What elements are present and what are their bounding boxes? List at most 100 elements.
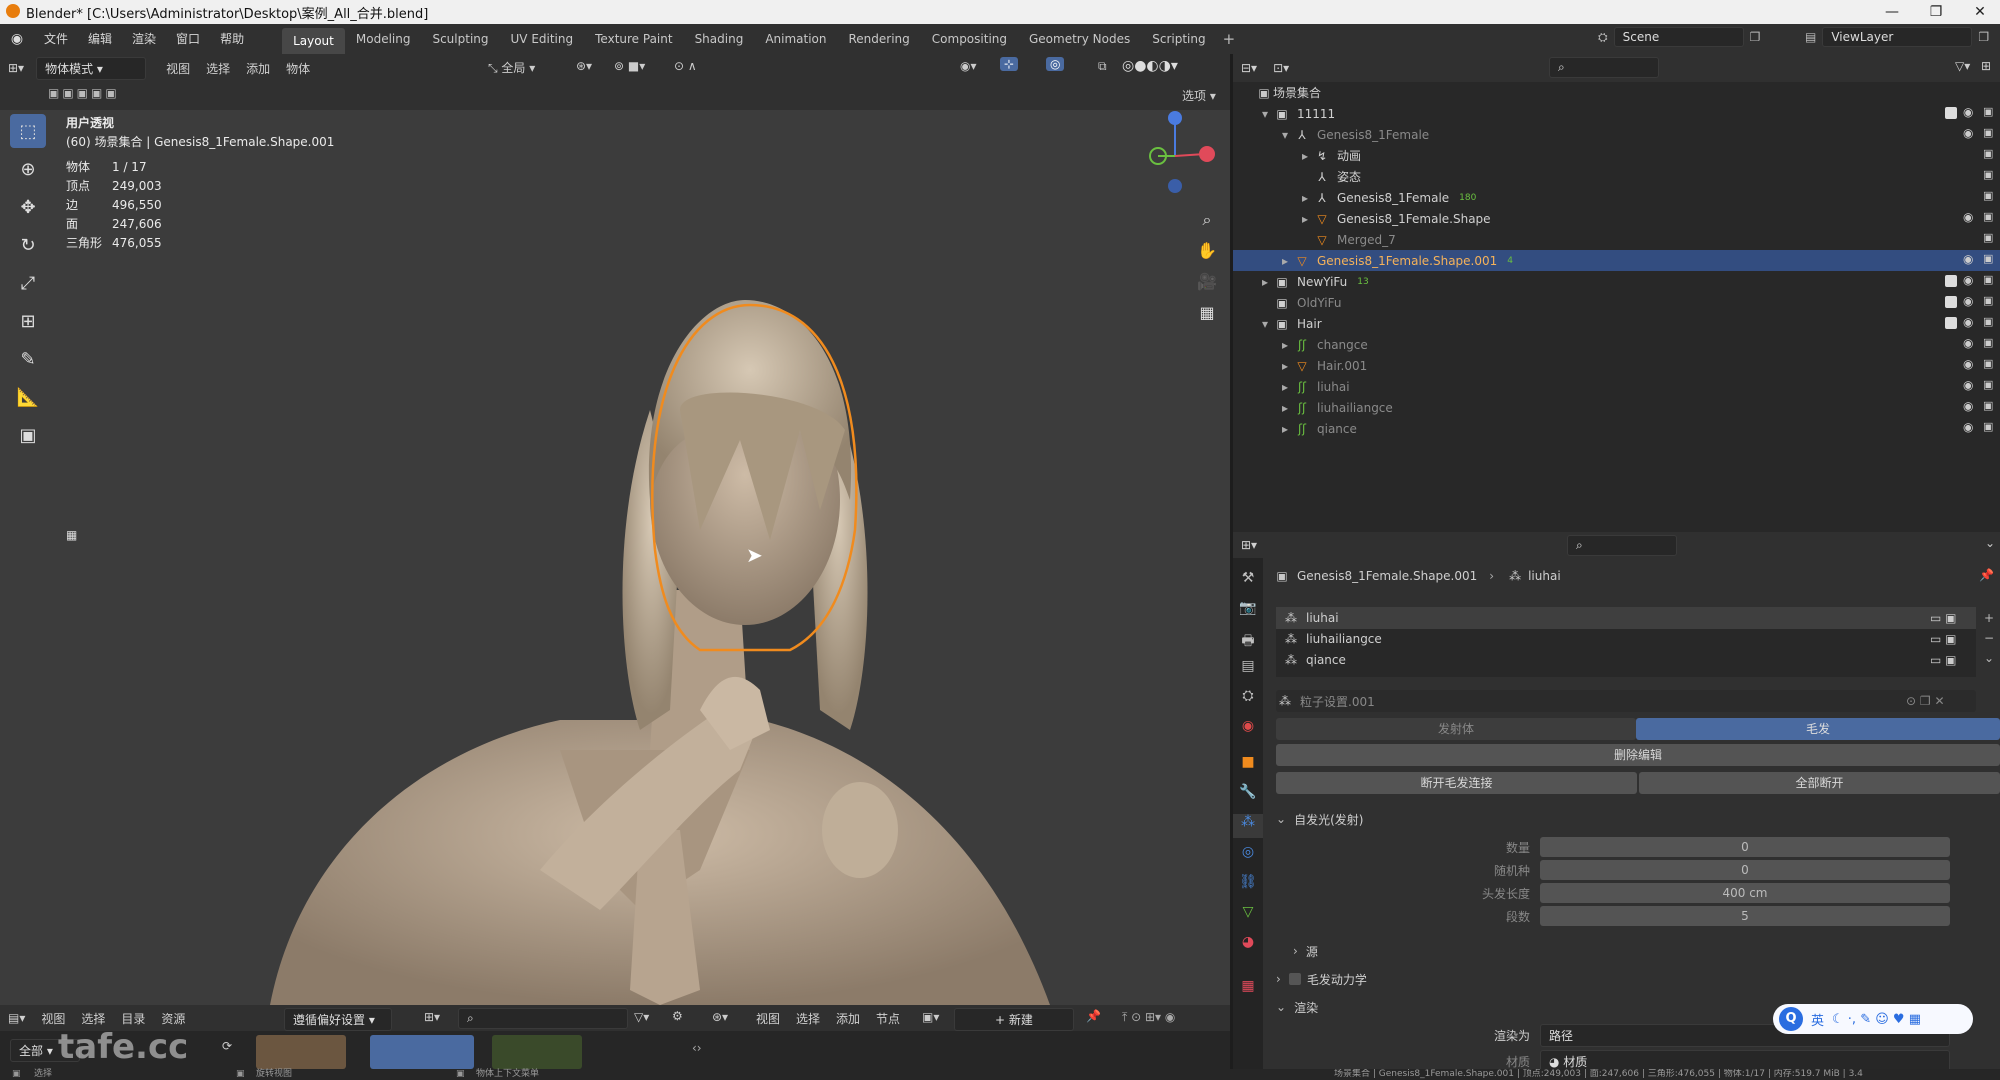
select-box-tool-icon[interactable]: ⬚ (10, 114, 46, 148)
camera-restrict-icon[interactable]: ▣ (1983, 252, 1993, 265)
menu-item[interactable]: 窗口 (166, 24, 210, 54)
eye-icon[interactable]: ◉ (1963, 336, 1973, 350)
outliner-row[interactable]: ▣ OldYiFu ◉ ▣ (1233, 292, 2000, 313)
asset-search-input[interactable]: ⌕ (458, 1008, 628, 1029)
psys-list-item[interactable]: ⁂ qiance ▭ ▣ (1276, 649, 1976, 671)
scene-name[interactable]: Scene (1613, 27, 1744, 47)
tab-workspace[interactable]: Shading (684, 24, 755, 54)
refresh-icon[interactable]: ⟳ (222, 1039, 232, 1053)
node-menu-item[interactable]: 视图 (748, 1010, 788, 1027)
asset-menu-item[interactable]: 选择 (73, 1010, 113, 1027)
add-psys-icon[interactable]: + (1981, 608, 1997, 628)
tab-emitter[interactable]: 发射体 (1276, 718, 1636, 740)
node-menu-item[interactable]: 选择 (788, 1010, 828, 1027)
ime-lang[interactable]: 英 (1811, 1010, 1824, 1029)
camera-restrict-icon[interactable]: ▣ (1983, 420, 1993, 433)
transform-orientation[interactable]: ⤡ 全局 ▾ (488, 59, 535, 76)
display-mode-icon[interactable]: ⊡▾ (1265, 61, 1297, 75)
viewlayer-name[interactable]: ViewLayer (1822, 27, 1973, 47)
outliner-row[interactable]: ▸ ʃʃ changce ◉ ▣ (1233, 334, 2000, 355)
viewport-menu-item[interactable]: 物体 (278, 60, 318, 77)
grid-icon[interactable]: ▦ (1194, 297, 1220, 328)
disconnect-all-button[interactable]: 全部断开 (1639, 772, 2000, 794)
editor-type-icon[interactable]: ⊞▾ (0, 61, 32, 75)
expand-arrow-icon[interactable]: ▾ (1277, 128, 1293, 142)
library-dropdown[interactable]: 遵循偏好设置 ▾ (284, 1008, 392, 1031)
psys-toggle-icons[interactable]: ▭ ▣ (1930, 611, 1957, 625)
particle-settings-selector[interactable]: ⁂ 粒子设置.001 ⊙ ❐ ✕ (1276, 690, 1976, 712)
measure-tool-icon[interactable]: 📐 (10, 380, 46, 414)
hair-dynamics-panel-header[interactable]: › 毛发动力学 (1276, 968, 1367, 990)
outliner-row[interactable]: ▸ ʃʃ liuhailiangce ◉ ▣ (1233, 397, 2000, 418)
outliner-filter-icon[interactable]: ▽▾ (1955, 59, 1970, 73)
node-menu-item[interactable]: 添加 (828, 1010, 868, 1027)
delete-edit-button[interactable]: 删除编辑 (1276, 744, 2000, 766)
asset-menu-item[interactable]: 资源 (153, 1010, 193, 1027)
snap-icon[interactable]: ⊚ ■▾ (614, 59, 645, 73)
camera-restrict-icon[interactable]: ▣ (1983, 294, 1993, 307)
camera-restrict-icon[interactable]: ▣ (1983, 273, 1993, 286)
exclude-checkbox[interactable] (1945, 107, 1957, 119)
outliner-row[interactable]: ▸ ⅄ Genesis8_1Female 180 ▣ (1233, 187, 2000, 208)
restore-icon[interactable]: ❐ (1916, 0, 1956, 24)
asset-editor-type-icon[interactable]: ▤▾ (0, 1011, 33, 1025)
minimize-icon[interactable]: — (1872, 0, 1912, 24)
tab-workspace[interactable]: Compositing (921, 24, 1018, 54)
tab-workspace[interactable]: Scripting (1141, 24, 1216, 54)
source-panel-header[interactable]: › 源 (1293, 940, 1318, 962)
camera-restrict-icon[interactable]: ▣ (1983, 357, 1993, 370)
overlay-toggle-icon[interactable]: ◎ (1046, 57, 1065, 71)
eye-icon[interactable]: ◉ (1963, 294, 1973, 308)
ime-tools-icons[interactable]: ☾ ·, ✎ ☺ ♥ ▦ (1832, 1012, 1921, 1027)
hair-dynamics-checkbox[interactable] (1288, 973, 1301, 985)
outliner-row[interactable]: ▾ ▣ 11111 ◉ ▣ (1233, 103, 2000, 124)
close-icon[interactable]: ✕ (1960, 0, 2000, 24)
pin-props-icon[interactable]: 📌 (1979, 568, 1994, 582)
viewport-menu-item[interactable]: 视图 (158, 60, 198, 77)
emission-panel-header[interactable]: ⌄ 自发光(发射) (1276, 808, 1363, 830)
camera-restrict-icon[interactable]: ▣ (1983, 105, 1993, 118)
eye-icon[interactable]: ◉ (1963, 399, 1973, 413)
tab-workspace[interactable]: Geometry Nodes (1018, 24, 1141, 54)
modifier-tab-icon[interactable]: 🔧 (1233, 784, 1263, 808)
exclude-checkbox[interactable] (1945, 296, 1957, 308)
viewport-menu-item[interactable]: 添加 (238, 60, 278, 77)
transform-tool-icon[interactable]: ⊞ (10, 304, 46, 338)
expand-arrow-icon[interactable]: ▸ (1277, 422, 1293, 436)
field-value-input[interactable]: 400 cm (1540, 883, 1950, 903)
psys-list-item[interactable]: ⁂ liuhai ▭ ▣ (1276, 607, 1976, 629)
physics-tab-icon[interactable]: ◎ (1233, 844, 1263, 868)
node-tree-icon[interactable]: ▣▾ (922, 1010, 939, 1024)
camera-restrict-icon[interactable]: ▣ (1983, 210, 1993, 223)
shading-modes[interactable]: ◎●◐◑▾ (1122, 58, 1178, 74)
expand-arrow-icon[interactable]: ▸ (1277, 359, 1293, 373)
eye-icon[interactable]: ◉ (1963, 210, 1973, 224)
expand-arrow-icon[interactable]: ▾ (1257, 317, 1273, 331)
disconnect-hair-button[interactable]: 断开毛发连接 (1276, 772, 1637, 794)
exclude-checkbox[interactable] (1945, 275, 1957, 287)
tool-tab-icon[interactable]: ⚒ (1233, 570, 1263, 594)
outliner-row[interactable]: ▸ ▽ Genesis8_1Female.Shape ◉ ▣ (1233, 208, 2000, 229)
asset-menu-item[interactable]: 视图 (33, 1010, 73, 1027)
outliner-row[interactable]: ▽ Merged_7 ▣ (1233, 229, 2000, 250)
psys-toggle-icons[interactable]: ▭ ▣ (1930, 653, 1957, 667)
new-scene-icon[interactable]: ❐ (1750, 30, 1761, 44)
outliner-row[interactable]: ▾ ▣ Hair ◉ ▣ (1233, 313, 2000, 334)
tab-workspace[interactable]: UV Editing (500, 24, 585, 54)
eye-icon[interactable]: ◉ (1963, 105, 1973, 119)
scale-tool-icon[interactable]: ⤢ (10, 266, 46, 300)
tab-hair[interactable]: 毛发 (1636, 718, 2000, 740)
eye-icon[interactable]: ◉ (1963, 378, 1973, 392)
blender-menu-icon[interactable]: ◉ (0, 31, 34, 47)
expand-icon[interactable]: ‹› (692, 1041, 702, 1055)
properties-options-icon[interactable]: ⌄ (1985, 536, 1995, 550)
settings-gear-icon[interactable]: ⚙ (672, 1009, 683, 1023)
menu-item[interactable]: 帮助 (210, 24, 254, 54)
navigation-gizmo[interactable] (1130, 110, 1220, 196)
move-tool-icon[interactable]: ✥ (10, 190, 46, 224)
camera-restrict-icon[interactable]: ▣ (1983, 399, 1993, 412)
pin-icon[interactable]: 📌 (1086, 1009, 1101, 1023)
list-menu-icon[interactable]: ⌄ (1981, 648, 1997, 668)
material-tab-icon[interactable]: ◕ (1233, 934, 1263, 958)
material-dropdown[interactable]: ◕ 材质 (1540, 1049, 1950, 1069)
